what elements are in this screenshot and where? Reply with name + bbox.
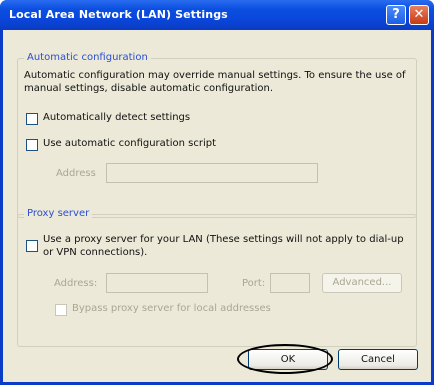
bypass-local-checkbox[interactable] <box>55 304 67 316</box>
ok-button[interactable]: OK <box>248 349 328 370</box>
advanced-button[interactable]: Advanced... <box>322 273 402 293</box>
cancel-button[interactable]: Cancel <box>338 349 418 370</box>
lan-settings-dialog: Local Area Network (LAN) Settings ? ✕ Au… <box>0 0 434 385</box>
help-icon: ? <box>392 7 400 22</box>
group-legend-automatic-configuration: Automatic configuration <box>24 52 151 63</box>
close-button[interactable]: ✕ <box>409 5 429 25</box>
auto-detect-checkbox[interactable] <box>26 113 38 125</box>
script-address-input[interactable] <box>106 163 318 183</box>
proxy-server-group: Proxy server Use a proxy server for your… <box>17 208 417 347</box>
auto-script-checkbox[interactable] <box>26 139 38 151</box>
use-proxy-checkbox[interactable] <box>26 240 38 252</box>
proxy-address-label: Address: <box>54 278 98 289</box>
auto-detect-label[interactable]: Automatically detect settings <box>43 112 190 123</box>
dialog-title: Local Area Network (LAN) Settings <box>9 8 228 21</box>
title-bar[interactable]: Local Area Network (LAN) Settings ? ✕ <box>0 0 434 30</box>
use-proxy-label[interactable]: Use a proxy server for your LAN (These s… <box>43 233 408 259</box>
group-legend-proxy-server: Proxy server <box>24 208 93 219</box>
auto-script-label[interactable]: Use automatic configuration script <box>43 138 216 149</box>
automatic-configuration-description: Automatic configuration may override man… <box>24 70 406 94</box>
script-address-label: Address <box>56 168 96 179</box>
help-button[interactable]: ? <box>386 5 406 25</box>
proxy-port-input[interactable] <box>270 273 310 293</box>
automatic-configuration-group: Automatic configuration Automatic config… <box>17 52 417 218</box>
dialog-body: Automatic configuration Automatic config… <box>3 30 431 382</box>
proxy-address-input[interactable] <box>106 273 208 293</box>
bypass-local-label[interactable]: Bypass proxy server for local addresses <box>72 303 271 314</box>
close-icon: ✕ <box>413 7 425 22</box>
proxy-port-label: Port: <box>242 278 266 289</box>
